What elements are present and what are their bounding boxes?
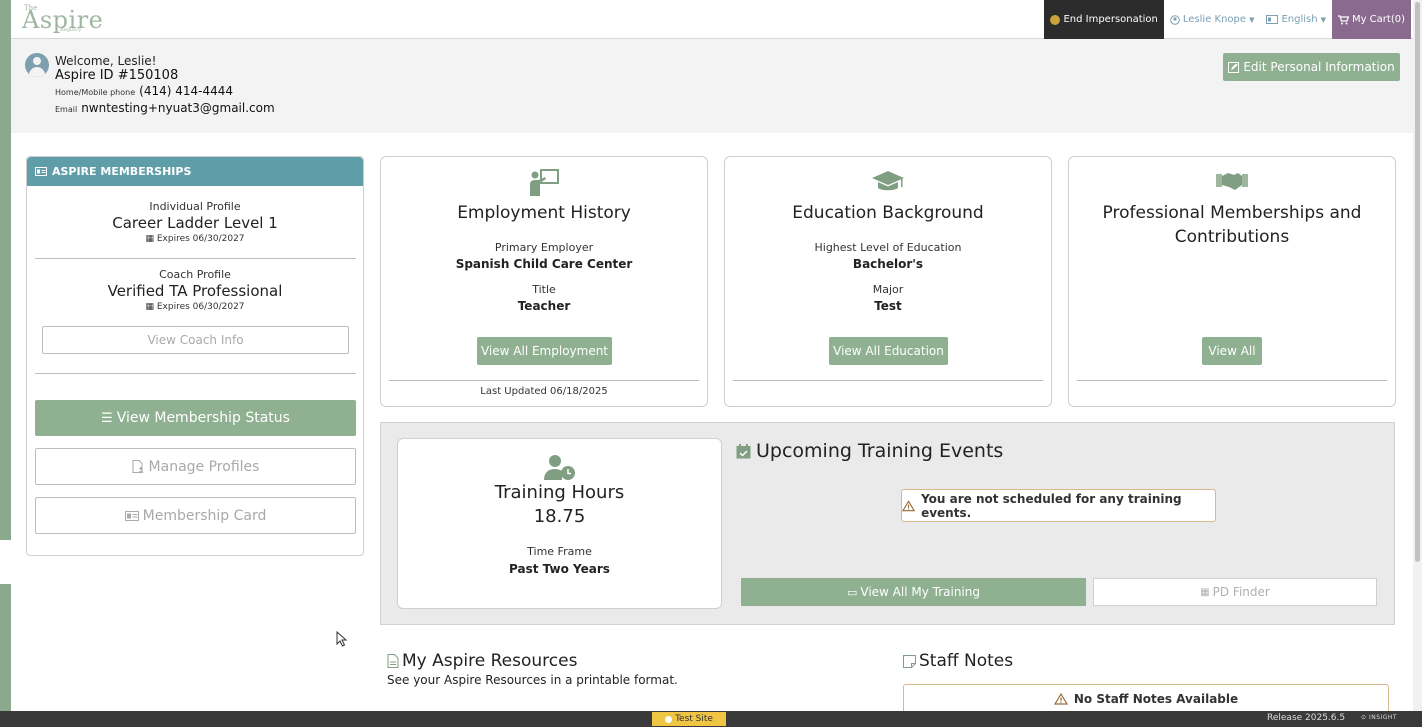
coach-profile: Coach Profile Verified TA Professional ▦… [107, 268, 283, 312]
end-impersonation-button[interactable]: End Impersonation [1044, 0, 1164, 39]
view-all-my-training-button[interactable]: ▭ View All My Training [741, 578, 1086, 606]
email-row: Email nwntesting+nyuat3@gmail.com [55, 101, 275, 115]
memberships-header: ASPIRE MEMBERSHIPS [27, 157, 363, 186]
phone-row: Home/Mobile phone (414) 414-4444 [55, 84, 233, 98]
user-clock-icon [543, 455, 575, 480]
individual-profile: Individual Profile Career Ladder Level 1… [112, 200, 278, 244]
resources-description: See your Aspire Resources in a printable… [387, 673, 678, 687]
divider [389, 380, 699, 381]
avatar [25, 53, 49, 77]
upcoming-training-title: Upcoming Training Events [736, 440, 1003, 462]
id-card-icon [124, 510, 139, 521]
page-scrollbar[interactable] [1413, 0, 1422, 711]
no-staff-notes-alert: No Staff Notes Available [903, 684, 1389, 714]
language-icon [1266, 15, 1279, 24]
divider [1077, 380, 1387, 381]
view-all-education-button[interactable]: View All Education [829, 337, 948, 365]
id-card-icon [35, 167, 47, 176]
training-hours-card: Training Hours 18.75 Time Frame Past Two… [397, 438, 722, 609]
calendar-check-icon [736, 443, 751, 458]
presenter-icon [530, 169, 559, 196]
cart-icon [1337, 14, 1349, 24]
professional-memberships-card: Professional Memberships and Contributio… [1068, 156, 1396, 407]
view-all-employment-button[interactable]: View All Employment [477, 337, 612, 365]
top-navigation-bar: The Aspire Registry End Impersonation Le… [11, 0, 1413, 39]
my-aspire-resources-title: My Aspire Resources [387, 651, 577, 671]
pd-finder-button[interactable]: ▦ PD Finder [1093, 578, 1377, 606]
aspire-memberships-panel: ASPIRE MEMBERSHIPS Individual Profile Ca… [26, 156, 364, 556]
scrollbar-thumb[interactable] [1415, 2, 1420, 562]
language-menu[interactable]: English ▼ [1260, 0, 1332, 39]
my-cart-button[interactable]: My Cart(0) [1331, 0, 1411, 39]
divider [733, 380, 1043, 381]
edit-icon [1228, 61, 1240, 73]
edit-personal-information-button[interactable]: Edit Personal Information [1223, 53, 1400, 81]
manage-profiles-button[interactable]: Manage Profiles [35, 448, 356, 485]
warning-icon [1053, 693, 1068, 705]
release-version: Release 2025.6.5 [1267, 713, 1346, 723]
user-circle-icon [1170, 14, 1180, 25]
calendar-icon: ▦ [145, 302, 154, 312]
test-site-badge: Test Site [652, 712, 726, 726]
training-section: Training Hours 18.75 Time Frame Past Two… [380, 422, 1395, 625]
left-accent-stripe [0, 0, 11, 727]
handshake-icon [1216, 173, 1248, 190]
divider [35, 373, 356, 374]
list-icon: ☰ [101, 410, 113, 426]
chevron-down-icon: ▼ [1249, 15, 1255, 24]
insight-logo: ⊙ INSIGHT [1361, 714, 1398, 721]
footer-bar: Test Site Release 2025.6.5 ⊙ INSIGHT [0, 711, 1422, 727]
view-coach-info-button[interactable]: View Coach Info [42, 326, 349, 354]
staff-notes-title: Staff Notes [903, 651, 1013, 671]
welcome-text: Welcome, Leslie! [55, 54, 157, 68]
no-training-alert: You are not scheduled for any training e… [901, 489, 1216, 522]
file-icon [387, 654, 399, 668]
impersonation-icon [1050, 14, 1061, 25]
calendar-icon: ▦ [1200, 586, 1210, 598]
file-user-icon [132, 460, 144, 473]
divider [35, 258, 356, 259]
aspire-id: Aspire ID #150108 [55, 68, 179, 83]
user-menu[interactable]: Leslie Knope ▼ [1164, 0, 1261, 39]
last-updated: Last Updated 06/18/2025 [480, 386, 608, 397]
view-membership-status-button[interactable]: ☰ View Membership Status [35, 400, 356, 436]
chevron-down-icon: ▼ [1320, 15, 1326, 24]
graduation-cap-icon [872, 171, 904, 191]
card-title: Professional Memberships and Contributio… [1102, 203, 1362, 247]
circle-icon [665, 715, 673, 723]
mouse-cursor-icon [336, 631, 348, 647]
chalkboard-icon: ▭ [846, 585, 858, 599]
card-title: Employment History [457, 203, 631, 223]
employment-history-card: Employment History Primary Employer Span… [380, 156, 708, 407]
training-hours-title: Training Hours [494, 482, 625, 503]
sticky-note-icon [903, 654, 916, 668]
view-all-memberships-button[interactable]: View All [1202, 337, 1262, 365]
calendar-icon: ▦ [145, 234, 154, 244]
training-hours-value: 18.75 [533, 506, 586, 527]
education-background-card: Education Background Highest Level of Ed… [724, 156, 1052, 407]
profile-header: Welcome, Leslie! Aspire ID #150108 Home/… [11, 39, 1413, 133]
card-title: Education Background [792, 203, 984, 223]
membership-card-button[interactable]: Membership Card [35, 497, 356, 534]
warning-icon [902, 499, 916, 511]
